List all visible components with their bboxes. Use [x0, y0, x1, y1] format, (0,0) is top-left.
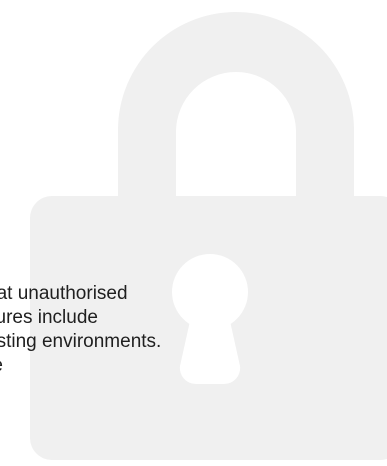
padlock-shackle [118, 12, 354, 196]
notice-line-3: esting environments. [0, 331, 162, 352]
padlock-icon [30, 12, 387, 460]
notice-line-2: sures include [0, 307, 98, 328]
notice-text: hat unauthorised sures include esting en… [0, 282, 161, 378]
security-illustration-panel: hat unauthorised sures include esting en… [0, 0, 387, 466]
notice-line-1: hat unauthorised [0, 283, 128, 304]
notice-line-4: re [0, 354, 161, 378]
